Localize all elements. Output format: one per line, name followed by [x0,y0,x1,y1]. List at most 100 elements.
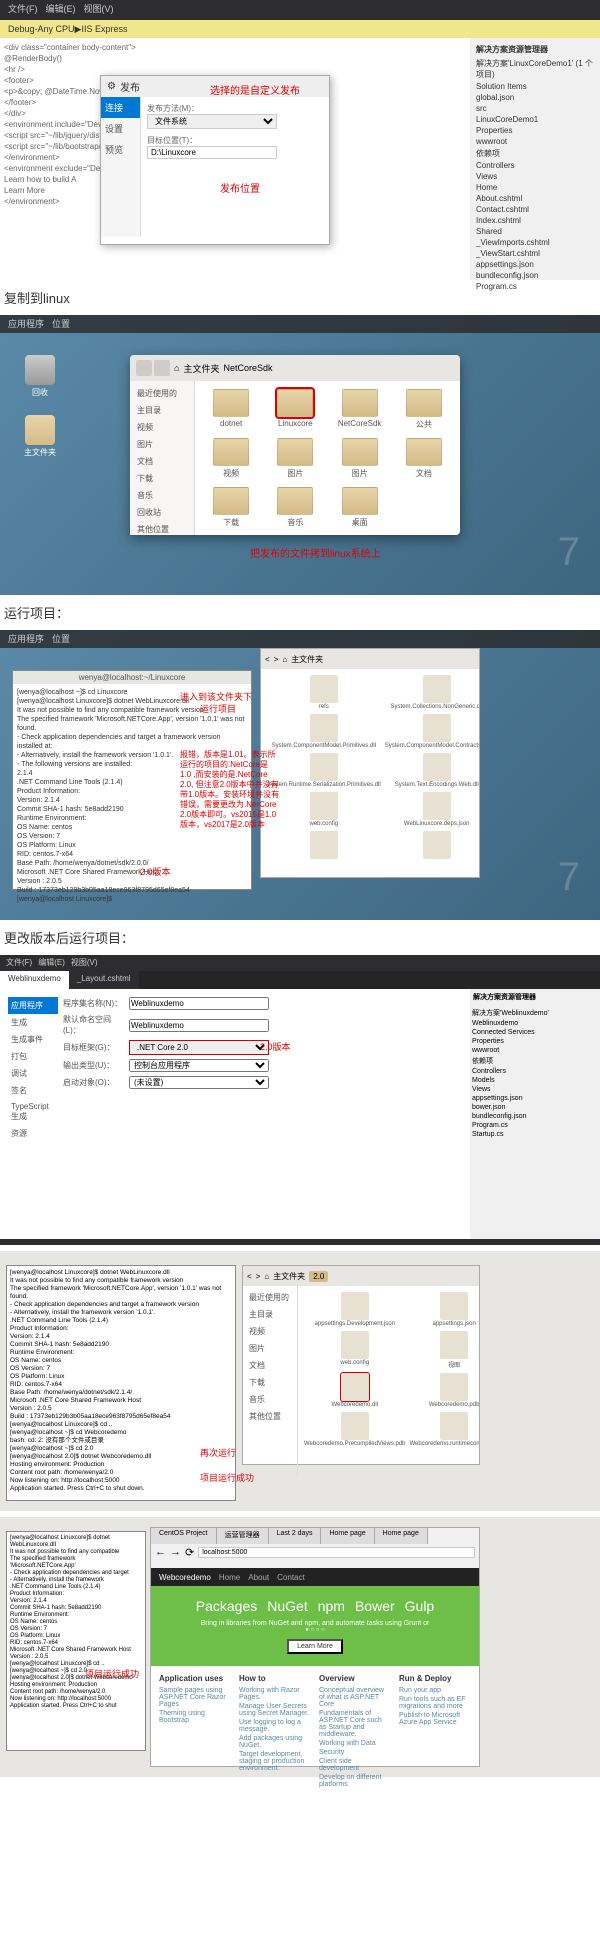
fm-sidebar-item[interactable]: 最近使用的 [246,1289,294,1306]
column-link[interactable]: Add packages using NuGet. [239,1734,311,1750]
target-framework-select[interactable]: .NET Core 2.0 [129,1040,269,1055]
file-item[interactable]: System.ComponentModel.Contracts.dll [385,714,479,749]
prop-sidebar-item[interactable]: TypeScript 生成 [8,1099,58,1125]
solution-tree-item[interactable]: 解决方案'Weblinuxdemo' [472,1007,598,1019]
folder-item[interactable]: dotnet [203,389,259,430]
default-ns-input[interactable] [129,1019,269,1032]
file-item[interactable]: WebLinuxcore.deps.json [385,792,479,827]
solution-tree-item[interactable]: Program.cs [472,1121,598,1130]
menu-view[interactable]: 视图(V) [84,2,114,18]
publish-method-select[interactable]: 文件系统 [147,114,277,129]
solution-tree-item[interactable]: appsettings.json [472,1094,598,1103]
column-link[interactable]: Use logging to log a message. [239,1718,311,1734]
file-item[interactable]: appsettings.json [410,1292,480,1327]
solution-tree-item[interactable]: Controllers [476,160,596,171]
terminal-window-2[interactable]: [wenya@localhost Linuxcore]$ dotnet WebL… [6,1265,236,1501]
solution-tree-item[interactable]: 依赖项 [476,147,596,160]
solution-tree-item[interactable]: bundleconfig.json [476,270,596,281]
file-item[interactable]: System.ComponentModel.Primitives.dll [267,714,381,749]
solution-tree-item[interactable]: global.json [476,92,596,103]
prop-sidebar-item[interactable]: 打包 [8,1048,58,1065]
solution-tree-item[interactable]: Connected Services [472,1028,598,1037]
fm-sidebar-item[interactable]: 下载 [134,470,190,487]
fm-sidebar-item[interactable]: 图片 [246,1340,294,1357]
solution-tree-item[interactable]: bundleconfig.json [472,1112,598,1121]
file-item[interactable]: 视图 [410,1331,480,1369]
tab-layout[interactable]: _Layout.cshtml [69,971,139,989]
solution-tree-item[interactable]: Shared [476,226,596,237]
solution-tree-item[interactable]: Home [476,182,596,193]
browser-tab[interactable]: CentOS Project [151,1528,217,1544]
menu-edit[interactable]: 编辑(E) [46,2,76,18]
fm-sidebar-item[interactable]: 图片 [134,436,190,453]
desktop-icon-trash[interactable]: 回收 [20,355,60,398]
file-item[interactable]: appsettings.Development.json [304,1292,406,1327]
prop-sidebar-item[interactable]: 调试 [8,1065,58,1082]
column-link[interactable]: Manage User Secrets using Secret Manager… [239,1702,311,1718]
fm-sidebar-item[interactable]: 其他位置 [134,521,190,538]
column-link[interactable]: Working with Razor Pages. [239,1686,311,1702]
prop-sidebar-item[interactable]: 签名 [8,1082,58,1099]
browser-tab[interactable]: Home page [375,1528,428,1544]
solution-tree-item[interactable]: Solution Items [476,81,596,92]
fm-sidebar-item[interactable]: 音乐 [246,1391,294,1408]
file-item[interactable]: Webcoredemo.pdb [410,1373,480,1408]
prop-sidebar-item[interactable]: 生成事件 [8,1031,58,1048]
fm-sidebar-item[interactable]: 音乐 [134,487,190,504]
column-link[interactable]: Sample pages using ASP.NET Core Razor Pa… [159,1686,231,1709]
file-item[interactable]: System.Collections.NonGeneric.dll [385,675,479,710]
solution-tree-item[interactable]: _ViewStart.cshtml [476,248,596,259]
fm-sidebar-item[interactable]: 回收站 [134,504,190,521]
file-item[interactable]: WebLinuxcore.PrecompiledViews.dll [385,831,479,859]
fm-sidebar-item[interactable]: 最近使用的 [134,385,190,402]
path-segment[interactable]: 主文件夹 [183,362,219,375]
solution-tree-item[interactable]: wwwroot [472,1046,598,1055]
fm-sidebar-item[interactable]: 文档 [246,1357,294,1374]
file-item[interactable]: Webcoredemo.dll [304,1373,406,1408]
nav-link[interactable]: Home [219,1573,240,1582]
solution-tree-item[interactable]: _ViewImports.cshtml [476,237,596,248]
column-link[interactable]: Run your app [399,1686,471,1695]
folder-item[interactable]: 桌面 [332,487,388,528]
solution-tree-item[interactable]: Models [472,1076,598,1085]
column-link[interactable]: Develop on different platforms [319,1773,391,1789]
prop-sidebar-item[interactable]: 应用程序 [8,997,58,1014]
solution-tree-item[interactable]: Views [472,1085,598,1094]
folder-item[interactable]: NetCoreSdk [332,389,388,430]
column-link[interactable]: Working with Data [319,1739,391,1748]
fm-sidebar-item[interactable]: 主目录 [134,402,190,419]
forward-icon[interactable]: → [170,1546,181,1558]
folder-item[interactable]: 视频 [203,438,259,479]
solution-tree-item[interactable]: Index.cshtml [476,215,596,226]
solution-tree-item[interactable]: LinuxCoreDemo1 [476,114,596,125]
fm-sidebar-item[interactable]: 视频 [246,1323,294,1340]
url-input[interactable] [198,1547,475,1558]
menubar-item[interactable]: 应用程序 [8,317,44,331]
folder-item[interactable]: Linuxcore [267,389,323,430]
assembly-name-input[interactable] [129,997,269,1010]
file-item[interactable]: WebLinuxcore.pdb [267,831,381,859]
folder-item[interactable]: 音乐 [267,487,323,528]
column-link[interactable]: Publish to Microsoft Azure App Service [399,1711,471,1727]
nav-link[interactable]: About [248,1573,269,1582]
column-link[interactable]: Target development, staging or productio… [239,1750,311,1773]
folder-item[interactable]: 图片 [332,438,388,479]
solution-tree-item[interactable]: Weblinuxdemo [472,1019,598,1028]
solution-tree-item[interactable]: 依赖项 [472,1055,598,1067]
folder-item[interactable]: 公共 [396,389,452,430]
column-link[interactable]: Client side development [319,1757,391,1773]
toolbar-cpu[interactable]: Any CPU [38,24,75,34]
output-type-select[interactable]: 控制台应用程序 [129,1059,269,1072]
solution-tree-item[interactable]: Controllers [472,1067,598,1076]
fm-sidebar-item[interactable]: 其他位置 [246,1408,294,1425]
file-item[interactable]: refs [267,675,381,710]
dialog-sidebar-item[interactable]: 连接 [101,97,140,118]
column-link[interactable]: Run tools such as EF migrations and more [399,1695,471,1711]
solution-tree-item[interactable]: appsettings.json [476,259,596,270]
menu-file[interactable]: 文件(F) [8,2,38,18]
solution-tree-item[interactable]: Properties [476,125,596,136]
solution-tree-item[interactable]: Program.cs [476,281,596,292]
forward-button[interactable] [154,360,170,376]
toolbar-iis[interactable]: IIS Express [81,24,127,34]
column-link[interactable]: Fundamentals of ASP.NET Core such as Sta… [319,1709,391,1739]
